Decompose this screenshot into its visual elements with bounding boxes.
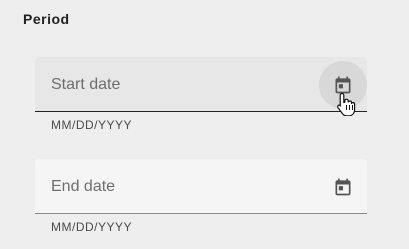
end-date-calendar-button[interactable]	[319, 163, 367, 211]
calendar-icon	[335, 178, 351, 196]
start-date-hint: MM/DD/YYYY	[51, 118, 133, 132]
start-date-field[interactable]: Start date	[35, 57, 367, 112]
hand-pointer-cursor-icon	[337, 92, 356, 116]
start-date-label: Start date	[51, 76, 121, 93]
period-section-title: Period	[23, 11, 70, 27]
end-date-hint: MM/DD/YYYY	[51, 220, 133, 234]
end-date-label: End date	[51, 178, 116, 195]
end-date-field[interactable]: End date	[35, 159, 367, 214]
